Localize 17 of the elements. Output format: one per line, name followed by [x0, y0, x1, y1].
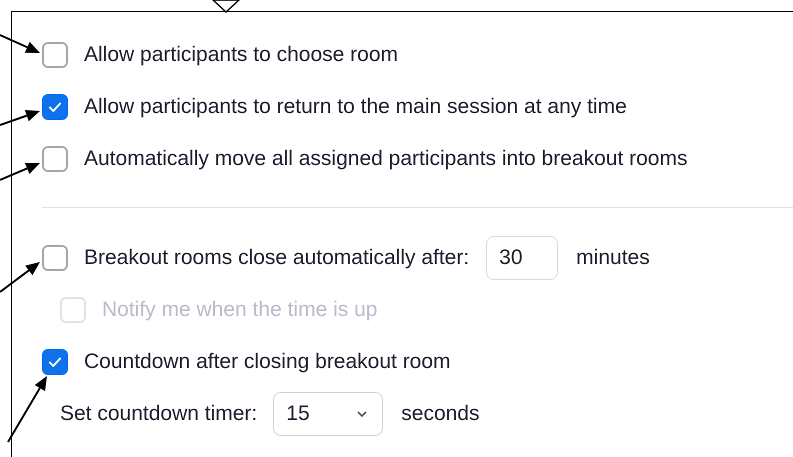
- checkbox[interactable]: [42, 245, 68, 271]
- chevron-down-icon: [356, 410, 368, 418]
- field-label: Set countdown timer:: [60, 402, 258, 426]
- checkbox[interactable]: [42, 349, 68, 375]
- checkbox[interactable]: [42, 42, 68, 68]
- unit-label: seconds: [401, 402, 480, 426]
- checkbox-label: Allow participants to choose room: [84, 43, 398, 67]
- checkbox-label: Automatically move all assigned participants into breakout rooms: [84, 147, 688, 171]
- checkbox[interactable]: [42, 94, 68, 120]
- input-field[interactable]: 30: [486, 236, 558, 280]
- checkbox-label: Countdown after closing breakout room: [84, 350, 451, 374]
- dropdown[interactable]: 15: [273, 392, 384, 436]
- checkbox[interactable]: [42, 146, 68, 172]
- unit-label: minutes: [576, 246, 650, 270]
- checkbox-label: Allow participants to return to the main session at any time: [84, 95, 627, 119]
- checkbox-label: Notify me when the time is up: [102, 298, 378, 322]
- checkbox-label: Breakout rooms close automatically after:: [84, 246, 470, 270]
